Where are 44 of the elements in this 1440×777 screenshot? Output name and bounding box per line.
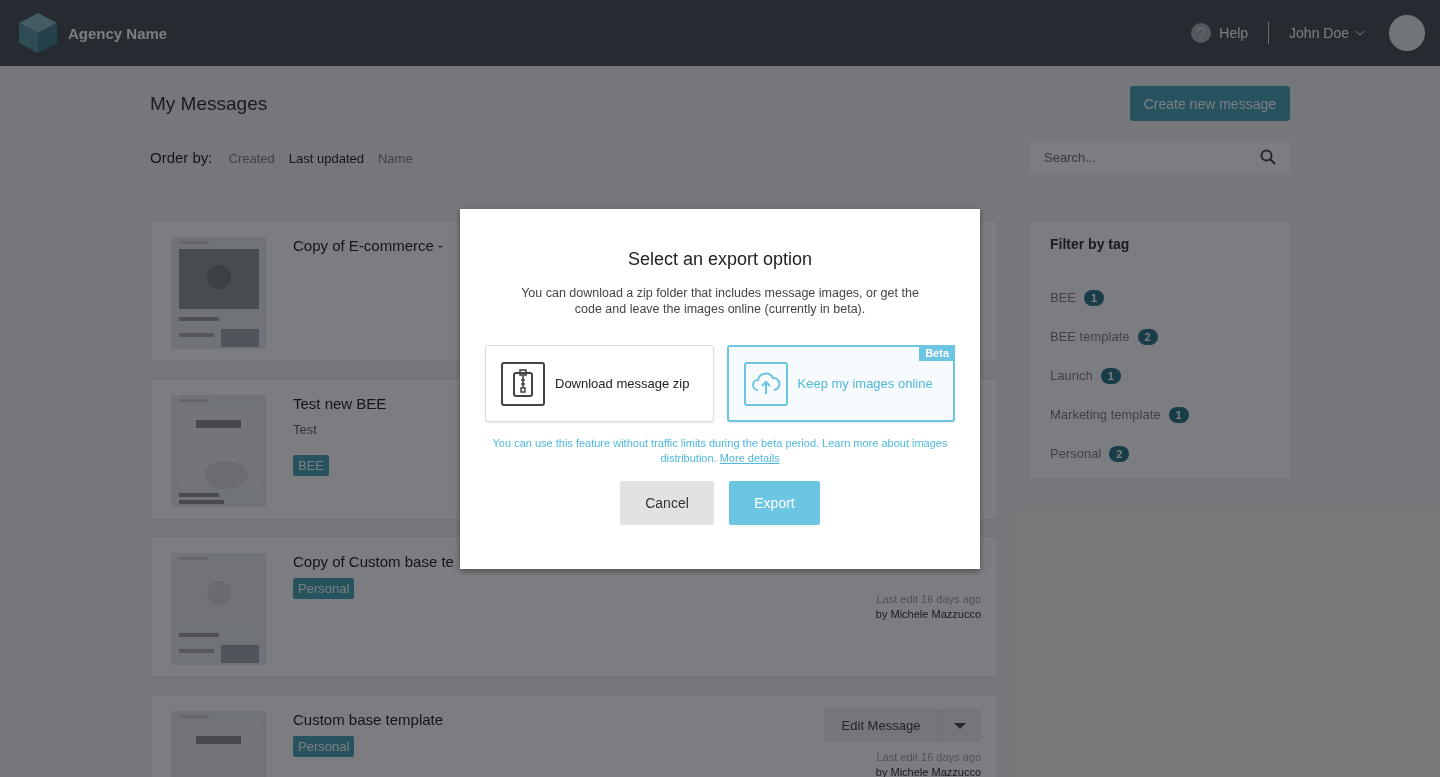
message-title[interactable]: Test new BEE	[293, 395, 387, 412]
tag-count: 1	[1100, 367, 1121, 384]
cancel-button[interactable]: Cancel	[620, 481, 714, 525]
create-message-button[interactable]: Create new message	[1129, 86, 1290, 121]
page-title: My Messages	[150, 92, 268, 115]
order-label: Order by:	[150, 148, 213, 166]
tag-label[interactable]: Personal	[293, 736, 355, 757]
export-button[interactable]: Export	[729, 481, 820, 525]
chevron-icon	[1355, 30, 1365, 36]
tag-label[interactable]: BEE	[293, 455, 329, 476]
cloud-upload-icon	[743, 361, 788, 406]
filter-tag[interactable]: Personal	[1050, 446, 1102, 461]
dialog-title: Select an export option	[626, 249, 814, 270]
tag-count: 2	[1137, 328, 1158, 345]
message-description: Test	[293, 422, 317, 437]
filter-tag[interactable]: BEE	[1050, 290, 1076, 305]
search-field[interactable]: Search...	[1030, 141, 1290, 173]
user-menu[interactable]: John Doe	[1289, 25, 1365, 41]
message-title[interactable]: Custom base template	[293, 711, 444, 728]
order-option[interactable]: Last updated	[288, 150, 364, 166]
dialog-description: You can download a zip folder that includes message images, or get the code and leave the images online (currently in beta).	[520, 285, 920, 317]
tag-count: 1	[1168, 406, 1189, 423]
tag-count: 2	[1109, 445, 1130, 462]
help-icon[interactable]	[1191, 23, 1212, 43]
filter-tag[interactable]: Marketing template	[1050, 407, 1161, 422]
cube-logo-icon[interactable]	[17, 12, 59, 54]
avatar[interactable]	[1389, 15, 1425, 51]
search-icon[interactable]	[1260, 149, 1276, 165]
export-option[interactable]: Download message zip	[485, 345, 714, 422]
beta-badge: Beta	[919, 345, 955, 361]
caret-icon	[954, 722, 966, 729]
filter-title: Filter by tag	[1050, 236, 1131, 252]
zip-file-icon	[501, 361, 545, 406]
help-link[interactable]: Help	[1219, 25, 1249, 41]
filter-tag[interactable]: BEE template	[1050, 329, 1130, 344]
message-title[interactable]: Copy of E-commerce -	[293, 237, 444, 254]
tag-count: 1	[1084, 289, 1105, 306]
edit-info: by Michele Mazzucco	[875, 607, 981, 622]
tag-label[interactable]: Personal	[293, 578, 355, 599]
brand-name: Agency Name	[68, 24, 168, 42]
message-title[interactable]: Copy of Custom base te	[293, 553, 454, 570]
beta-note: You can use this feature without traffic limits during the beta period. Learn more about images distribution. More details	[492, 436, 948, 466]
filter-tag[interactable]: Launch	[1050, 368, 1093, 383]
more-details-link[interactable]: More details	[719, 452, 780, 464]
